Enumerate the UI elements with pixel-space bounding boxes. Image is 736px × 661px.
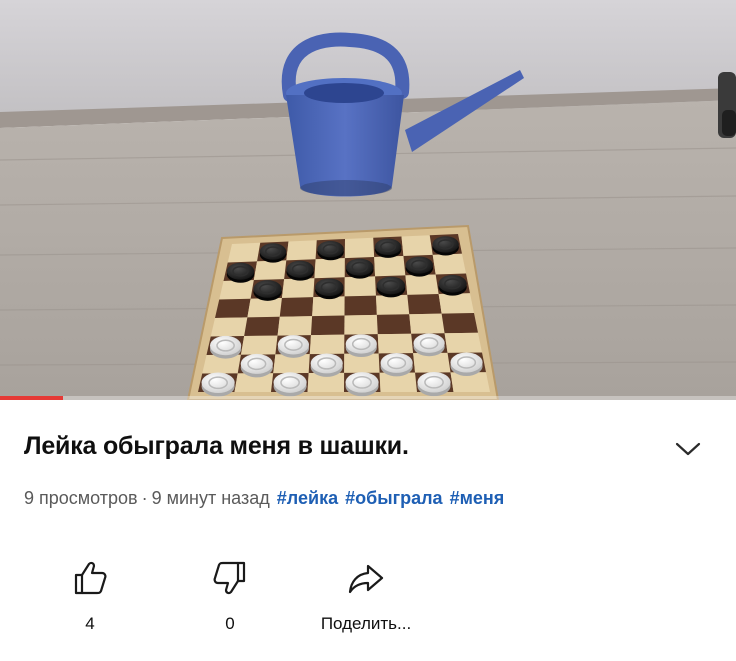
white-checker-piece [273,372,307,397]
hashtag-link[interactable]: #лейка [277,488,338,508]
black-checker-piece [259,243,287,263]
white-checker-piece [277,335,310,358]
view-count: 9 просмотров [24,488,138,508]
board-square [286,240,317,261]
black-checker-piece [376,276,406,298]
hashtag-link[interactable]: #обыграла [345,488,442,508]
board-square [253,260,287,281]
board-square [344,295,377,316]
like-button[interactable]: 4 [30,556,150,634]
board-square [314,258,345,279]
white-checker-piece [417,371,451,397]
board-square [441,313,478,334]
white-checker-piece [413,333,445,357]
video-frame-image [0,0,736,400]
thumbs-down-icon [213,561,246,595]
board-square [375,294,410,315]
white-checker-piece [345,372,379,397]
board-square [409,313,445,334]
share-label: Поделить... [320,614,412,633]
board-square [244,316,280,337]
board-square [227,242,261,263]
black-checker-piece [315,278,344,300]
checkers-board-graphic [186,224,500,400]
black-checker-piece [286,260,314,281]
video-title: Лейка обыграла меня в шашки. [24,432,409,460]
share-button[interactable]: Поделить... [306,556,426,634]
board-square [405,274,439,295]
black-checker-piece [253,280,282,301]
white-checker-piece [240,353,273,378]
white-checker-piece [209,335,242,359]
black-checker-piece [346,258,374,279]
hashtag-link[interactable]: #меня [450,488,505,508]
meta-separator: · [141,488,148,508]
board-square [438,293,474,314]
white-checker-piece [450,352,483,376]
black-checker-piece [405,256,434,277]
black-checker-piece [432,236,459,256]
video-progress-bar[interactable] [0,396,736,400]
board-square [240,335,278,355]
white-checker-piece [345,334,377,358]
white-checker-piece [310,353,343,377]
thumbs-up-icon [74,561,107,595]
published-time: 9 минут назад [151,488,270,508]
board-square [376,314,412,335]
like-count: 4 [85,614,95,633]
chevron-down-icon [675,442,701,456]
board-square [247,297,282,318]
board-square [210,317,248,337]
board-square [374,255,406,277]
board-square [401,235,433,256]
board-square [432,253,466,275]
board-square [279,297,314,317]
dislike-button[interactable]: 0 [170,556,290,634]
black-checker-piece [374,238,402,258]
expand-description-button[interactable] [668,434,708,464]
video-progress-fill [0,396,63,400]
board-square [344,276,376,297]
board-square [444,332,482,353]
board-square [277,316,313,336]
black-checker-piece [317,240,344,261]
white-checker-piece [380,352,413,377]
board-square [309,334,345,355]
video-player[interactable] [0,0,736,400]
board-square [344,314,378,335]
board-square [310,315,345,336]
white-checker-piece [201,372,235,397]
black-checker-piece [438,275,467,296]
black-checker-piece [226,262,255,283]
share-arrow-icon [348,564,384,594]
board-square [407,294,442,315]
board-square [344,237,375,259]
dislike-count: 0 [225,614,235,633]
video-meta-line: 9 просмотров · 9 минут назад #лейка #обыгр… [24,488,504,509]
board-square [312,296,345,317]
board-square [219,280,254,300]
board-square [377,333,414,354]
board-square [215,298,251,318]
board-square [281,278,315,298]
